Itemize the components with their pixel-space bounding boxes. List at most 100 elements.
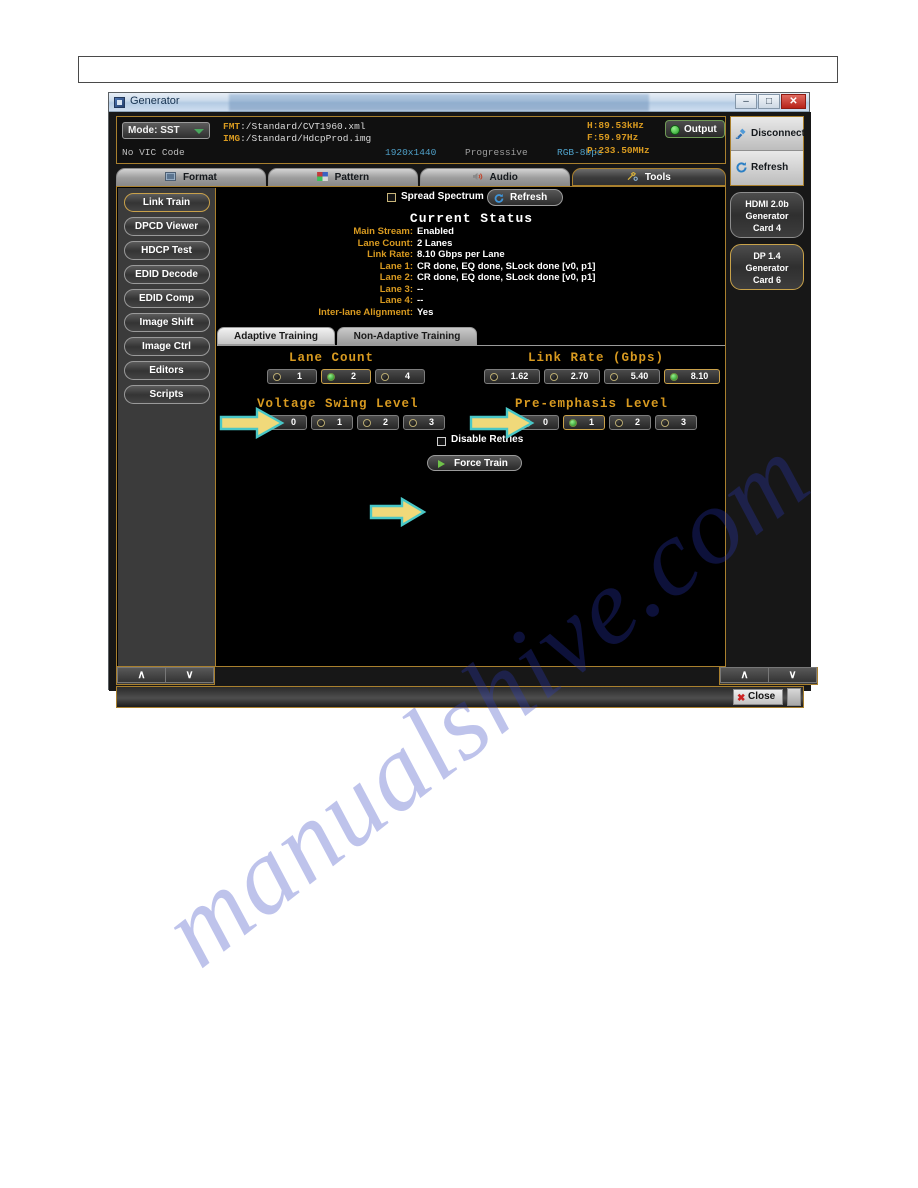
link-rate-title: Link Rate (Gbps) [528,351,665,365]
status-key: Lane 3: [379,283,413,295]
sidebar-item-edid-decode[interactable]: EDID Decode [123,265,210,284]
mode-dropdown[interactable]: Mode: SST [122,122,210,139]
refresh-status-button[interactable]: Refresh [487,189,563,206]
status-row-link-rate: Link Rate: 8.10 Gbps per Lane [217,249,725,261]
status-key: Link Rate: [367,249,413,260]
card-button-hdmi[interactable]: HDMI 2.0b Generator Card 4 [730,192,804,238]
spread-spectrum-checkbox[interactable] [387,193,396,202]
radio-led-icon [317,419,325,427]
tab-tools[interactable]: Tools [572,168,726,186]
sidebar-item-image-shift[interactable]: Image Shift [123,313,210,332]
format-path-line: FMT:/Standard/CVT1960.xml [223,121,366,132]
pre-emphasis-option-1[interactable]: 1 [563,415,605,430]
status-row-lane-3: Lane 3: -- [217,283,725,296]
tools-sidebar: Link Train DPCD Viewer HDCP Test EDID De… [118,188,216,666]
close-button[interactable]: ✖ Close [733,689,783,705]
titlebar-glass [229,94,649,111]
link-rate-option-270[interactable]: 2.70 [544,369,600,384]
link-rate-option-label: 1.62 [510,371,529,381]
v-frequency: F:59.97Hz [587,132,639,143]
radio-led-icon [661,419,669,427]
sidebar-item-editors[interactable]: Editors [123,361,210,380]
format-icon [165,172,177,181]
card-list: HDMI 2.0b Generator Card 4 DP 1.4 Genera… [730,192,804,292]
status-row-lane-1: Lane 1: CR done, EQ done, SLock done [v0,… [217,260,725,273]
pre-emphasis-option-2[interactable]: 2 [609,415,651,430]
card-line-2: Generator [745,263,789,273]
output-button[interactable]: Output [665,120,725,138]
link-rate-option-810[interactable]: 8.10 [664,369,720,384]
scroll-down-right-button[interactable]: ∨ [768,667,817,683]
status-title: Current Status [409,211,534,226]
voltage-swing-option-1[interactable]: 1 [311,415,353,430]
tab-pattern-label: Pattern [334,172,370,183]
voltage-swing-option-label: 2 [382,417,388,427]
pre-emphasis-option-3[interactable]: 3 [655,415,697,430]
img-value: :/Standard/HdcpProd.img [240,133,372,144]
resize-grip[interactable] [787,688,801,706]
status-row-main-stream: Main Stream: Enabled [217,226,725,238]
scroll-down-left-button[interactable]: ∨ [165,667,214,683]
app-body: Mode: SST FMT:/Standard/CVT1960.xml IMG:… [109,112,818,708]
scroll-up-left-button[interactable]: ∧ [117,667,166,683]
refresh-connection-label: Refresh [751,162,789,173]
pre-emphasis-option-label: 3 [680,417,686,427]
tools-content: Link Train DPCD Viewer HDCP Test EDID De… [116,186,726,667]
subtab-non-adaptive-training[interactable]: Non-Adaptive Training [337,327,477,345]
status-value: Yes [417,306,434,318]
pre-emphasis-title: Pre-emphasis Level [515,397,669,411]
status-key: Lane 4: [379,295,413,306]
disconnect-label: Disconnect [751,128,805,139]
signal-header: Mode: SST FMT:/Standard/CVT1960.xml IMG:… [116,116,726,164]
maximize-button[interactable]: □ [758,94,780,109]
status-row-lane-4: Lane 4: -- [217,295,725,307]
output-label: Output [684,124,717,135]
sidebar-item-image-ctrl[interactable]: Image Ctrl [123,337,210,356]
link-rate-option-162[interactable]: 1.62 [484,369,540,384]
sidebar-item-dpcd-viewer[interactable]: DPCD Viewer [123,217,210,236]
audio-icon [473,172,483,181]
disable-retries-checkbox[interactable] [437,437,446,446]
window-footer: ✖ Close [116,686,804,708]
minimize-button[interactable]: – [735,94,757,109]
refresh-connection-button[interactable]: Refresh [731,151,803,185]
disconnect-button[interactable]: Disconnect [731,117,805,151]
lane-count-option-label: 1 [296,371,302,381]
tab-format[interactable]: Format [116,168,266,186]
training-subtabs: Adaptive Training Non-Adaptive Training [217,327,725,346]
current-status-panel: Current Status Main Stream: Enabled Lane … [217,211,725,323]
voltage-swing-option-label: 1 [336,417,342,427]
img-key: IMG [223,133,241,144]
annotation-arrow-empty-area [369,497,427,527]
force-train-button[interactable]: Force Train [427,455,522,471]
close-label: Close [748,691,776,702]
voltage-swing-option-2[interactable]: 2 [357,415,399,430]
sidebar-item-hdcp-test[interactable]: HDCP Test [123,241,210,260]
sidebar-item-link-train[interactable]: Link Train [123,193,210,212]
card-line-3: Card 6 [752,275,781,285]
scroll-up-right-button[interactable]: ∧ [720,667,769,683]
resolution: 1920x1440 [385,147,437,158]
tab-audio[interactable]: Audio [420,168,570,186]
card-button-dp[interactable]: DP 1.4 Generator Card 6 [730,244,804,290]
close-window-button[interactable]: ✕ [781,94,806,109]
subtab-adaptive-training[interactable]: Adaptive Training [217,327,335,345]
status-row-lane-2: Lane 2: CR done, EQ done, SLock done [v0,… [217,272,725,284]
lane-count-option-1[interactable]: 1 [267,369,317,384]
window-title: Generator [130,95,180,107]
close-icon: ✖ [737,693,746,704]
annotation-arrow-pre-emphasis [469,407,535,439]
radio-led-icon [327,373,335,381]
pre-emphasis-option-label: 0 [542,417,548,427]
voltage-swing-option-3[interactable]: 3 [403,415,445,430]
status-key: Lane 2: [379,272,413,283]
tab-pattern[interactable]: Pattern [268,168,418,186]
spread-spectrum-row: Spread Spectrum Refresh [387,189,587,207]
link-rate-option-540[interactable]: 5.40 [604,369,660,384]
status-value: CR done, EQ done, SLock done [v0, p1] [417,260,596,272]
sidebar-item-edid-comp[interactable]: EDID Comp [123,289,210,308]
lane-count-option-4[interactable]: 4 [375,369,425,384]
sidebar-item-scripts[interactable]: Scripts [123,385,210,404]
lane-count-option-2[interactable]: 2 [321,369,371,384]
refresh-status-label: Refresh [510,192,548,203]
